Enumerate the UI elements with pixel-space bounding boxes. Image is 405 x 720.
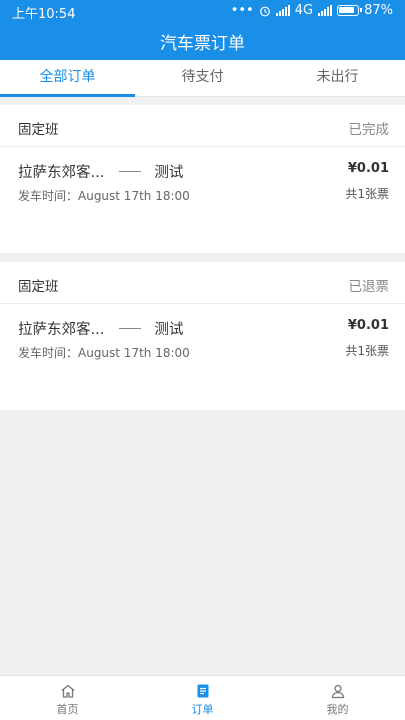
depart-time: 发车时间：August 17th 18:00 — [18, 189, 190, 203]
route-to: 测试 — [154, 165, 184, 181]
route-to: 测试 — [154, 322, 184, 338]
ticket-count: 共1张票 — [345, 187, 389, 201]
app-header: 上午10:54 ••• 4G 87% 汽车票订单 — [0, 0, 405, 60]
order-status: 已退票 — [348, 279, 390, 295]
order-card-header: 固定班 已完成 — [0, 105, 405, 147]
status-time: 上午10:54 — [12, 7, 76, 22]
home-icon — [61, 684, 74, 698]
bottom-nav: 首页 订单 我的 — [0, 675, 405, 720]
route-arrow-icon — [119, 328, 142, 329]
order-price: ¥0.01 — [347, 318, 389, 333]
nav-mine[interactable]: 我的 — [270, 676, 405, 720]
route-from: 拉萨东郊客... — [18, 322, 105, 338]
battery-level: 87% — [364, 3, 393, 18]
order-tabs: 全部订单 待支付 未出行 — [0, 60, 405, 97]
page-title: 汽车票订单 — [160, 34, 245, 54]
battery-icon — [337, 5, 363, 16]
status-indicators: ••• 4G 87% — [231, 3, 393, 18]
more-dots-icon: ••• — [230, 3, 254, 18]
signal-icon-2 — [318, 5, 333, 16]
signal-icon — [275, 5, 290, 16]
order-card[interactable]: 固定班 已退票 拉萨东郊客... 测试 发车时间：August 17th 18:… — [0, 262, 405, 410]
order-icon — [197, 684, 208, 698]
tab-all-orders[interactable]: 全部订单 — [0, 60, 135, 97]
nav-orders-label: 订单 — [191, 703, 214, 716]
order-price: ¥0.01 — [347, 161, 389, 176]
network-type: 4G — [294, 3, 314, 18]
order-card-body: 拉萨东郊客... 测试 发车时间：August 17th 18:00 ¥0.01… — [0, 304, 405, 409]
order-card-body: 拉萨东郊客... 测试 发车时间：August 17th 18:00 ¥0.01… — [0, 147, 405, 252]
route-arrow-icon — [119, 171, 142, 172]
order-route: 拉萨东郊客... 测试 — [18, 161, 183, 182]
nav-orders[interactable]: 订单 — [135, 676, 270, 720]
nav-home[interactable]: 首页 — [0, 676, 135, 720]
user-icon — [331, 684, 344, 699]
tab-pending-payment[interactable]: 待支付 — [135, 60, 270, 96]
order-route: 拉萨东郊客... 测试 — [18, 318, 183, 339]
nav-home-label: 首页 — [56, 703, 79, 716]
tab-not-traveled[interactable]: 未出行 — [270, 60, 405, 96]
order-type: 固定班 — [18, 122, 59, 138]
order-card-header: 固定班 已退票 — [0, 262, 405, 304]
ticket-count: 共1张票 — [345, 344, 389, 358]
order-card[interactable]: 固定班 已完成 拉萨东郊客... 测试 发车时间：August 17th 18:… — [0, 105, 405, 253]
order-status: 已完成 — [348, 122, 390, 138]
nav-mine-label: 我的 — [326, 703, 349, 716]
alarm-icon — [259, 6, 270, 16]
order-type: 固定班 — [18, 279, 59, 295]
status-bar: 上午10:54 ••• 4G 87% — [0, 0, 405, 24]
route-from: 拉萨东郊客... — [18, 165, 105, 181]
depart-time: 发车时间：August 17th 18:00 — [18, 346, 190, 360]
